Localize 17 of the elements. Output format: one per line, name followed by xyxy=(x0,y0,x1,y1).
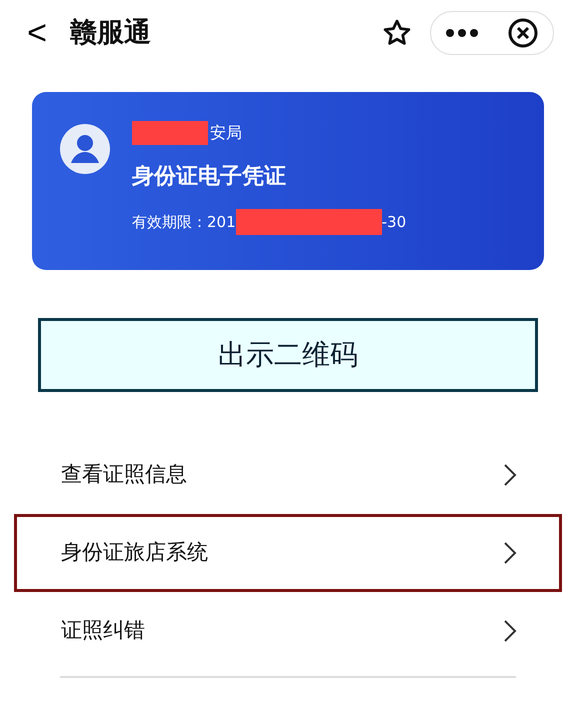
menu-item[interactable]: 查看证照信息 xyxy=(14,436,562,514)
menu-item[interactable]: 身份证旅店系统 xyxy=(14,514,562,592)
star-icon[interactable] xyxy=(382,18,412,48)
menu-item[interactable]: 证照纠错 xyxy=(14,592,562,670)
validity-end: -30 xyxy=(382,212,406,233)
avatar-icon xyxy=(60,124,110,174)
window-title: 赣服通 xyxy=(70,16,151,50)
card-title: 身份证电子凭证 xyxy=(132,163,287,191)
validity-label: 有效期限：201 xyxy=(132,212,236,233)
chevron-right-icon xyxy=(503,463,517,487)
chevron-right-icon xyxy=(503,541,517,565)
chevron-right-icon xyxy=(503,619,517,643)
show-qr-button[interactable]: 出示二维码 xyxy=(38,318,538,392)
more-icon[interactable] xyxy=(445,28,479,38)
back-button[interactable]: < xyxy=(22,16,52,50)
close-icon[interactable] xyxy=(507,17,539,49)
issuer-text: 安局 xyxy=(210,122,242,144)
